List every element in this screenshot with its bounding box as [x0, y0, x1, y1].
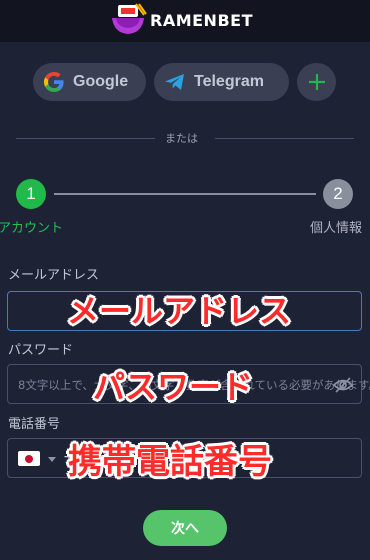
ramen-bowl-icon: [112, 3, 147, 34]
telegram-label: Telegram: [194, 73, 264, 90]
divider-line-right: [215, 138, 354, 139]
google-login-button[interactable]: Google: [33, 63, 146, 101]
next-button[interactable]: 次へ: [143, 510, 227, 546]
password-label: パスワード: [8, 343, 74, 358]
step-1-label: アカウント: [0, 221, 64, 236]
header: RAMENBET: [0, 0, 370, 42]
annotation-phone: 携帯電話番号: [68, 442, 272, 482]
annotation-email: メールアドレス: [67, 292, 292, 330]
divider-text: または: [165, 132, 198, 145]
step-progress-line: [54, 193, 316, 195]
logo[interactable]: RAMENBET: [108, 3, 253, 37]
step-2-indicator: 2: [323, 179, 353, 209]
eye-off-icon[interactable]: [333, 376, 353, 394]
annotation-password: パスワード: [93, 368, 254, 406]
divider-line-left: [16, 138, 155, 139]
brand-name: RAMENBET: [150, 10, 253, 30]
step-1-indicator: 1: [16, 179, 46, 209]
plus-icon: [308, 74, 325, 90]
japan-flag-icon[interactable]: [18, 451, 40, 466]
google-icon: [44, 72, 64, 92]
phone-label: 電話番号: [8, 417, 61, 432]
step-2-label: 個人情報: [310, 221, 363, 236]
telegram-icon: [165, 74, 184, 90]
google-label: Google: [73, 73, 129, 90]
telegram-login-button[interactable]: Telegram: [154, 63, 289, 101]
more-login-options-button[interactable]: [297, 63, 336, 101]
email-label: メールアドレス: [8, 268, 100, 283]
chevron-down-icon[interactable]: [48, 457, 56, 462]
